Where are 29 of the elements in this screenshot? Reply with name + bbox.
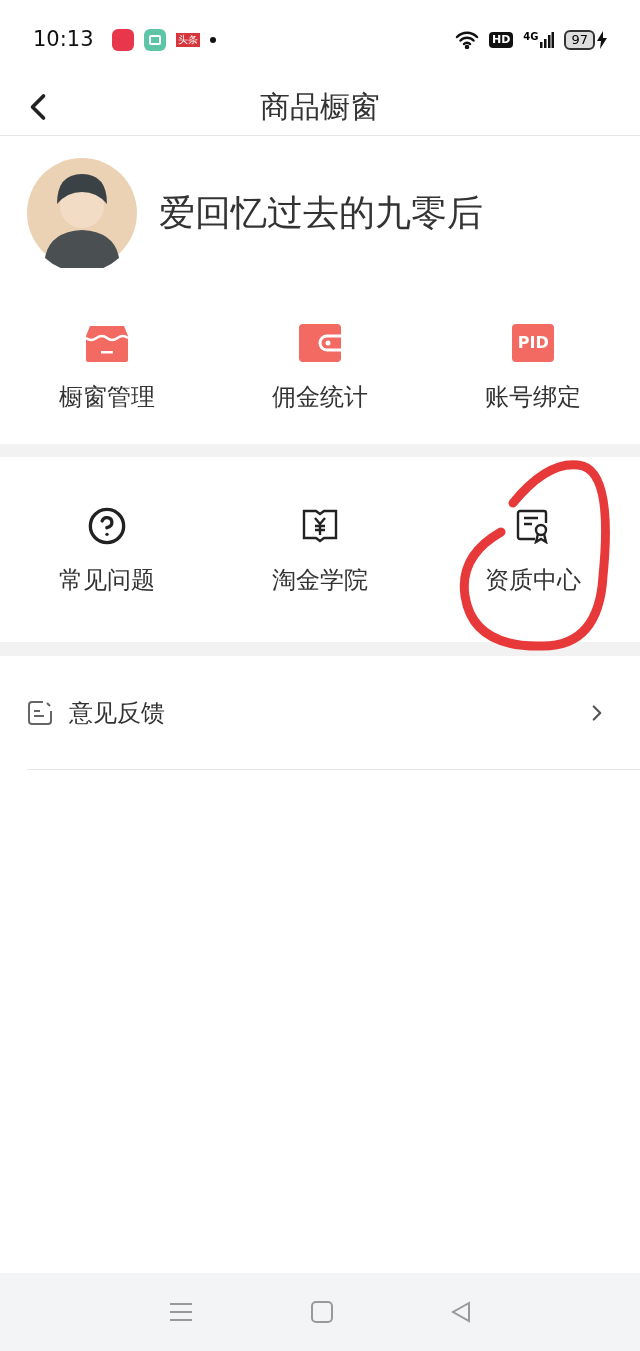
action-label[interactable]: 账号绑定 bbox=[485, 382, 582, 412]
page-title: 商品橱窗 bbox=[260, 88, 380, 126]
app-icon bbox=[111, 29, 134, 51]
app-badge: 头条 bbox=[175, 33, 200, 47]
menu-label: 意见反馈 bbox=[69, 697, 166, 729]
menu-row[interactable]: 意见反馈 bbox=[27, 656, 640, 770]
home-button[interactable] bbox=[311, 1301, 333, 1323]
action-label[interactable]: 佣金统计 bbox=[272, 382, 368, 412]
signal-icon bbox=[540, 32, 555, 48]
feedback-icon bbox=[27, 699, 53, 726]
store-icon bbox=[85, 324, 128, 362]
back-triangle-icon[interactable] bbox=[451, 1301, 471, 1323]
charging-icon bbox=[597, 31, 607, 49]
wallet-icon bbox=[299, 324, 341, 362]
wifi-icon bbox=[454, 31, 479, 49]
book-yen-icon bbox=[302, 507, 338, 544]
action-label[interactable]: 淘金学院 bbox=[272, 564, 368, 595]
user-name: 爱回忆过去的九零后 bbox=[159, 191, 483, 235]
action-label[interactable]: 常见问题 bbox=[58, 564, 155, 595]
network-type: 4G bbox=[523, 32, 539, 42]
pid-icon: PID bbox=[512, 324, 555, 362]
help-icon bbox=[86, 505, 127, 546]
action-label[interactable]: 橱窗管理 bbox=[58, 382, 155, 412]
status-time: 10:13 bbox=[33, 26, 94, 54]
action-label[interactable]: 资质中心 bbox=[485, 564, 582, 595]
gallery-app-icon bbox=[143, 29, 166, 51]
menu-icon[interactable] bbox=[169, 1302, 193, 1322]
battery-level: 97 bbox=[564, 30, 595, 50]
hd-badge: HD bbox=[488, 32, 514, 48]
